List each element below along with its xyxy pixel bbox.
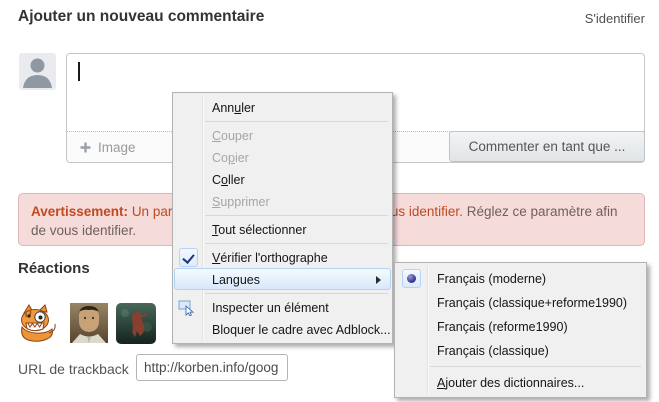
menu-item-label: Annuler <box>212 101 255 115</box>
menu-item-label: Inspecter un élément <box>212 301 329 315</box>
dark-fantasy-avatar <box>116 303 156 344</box>
menu-item-verifier-orthographe[interactable]: Vérifier l'orthographe <box>174 246 391 268</box>
reactions-heading: Réactions <box>18 260 90 277</box>
comment-as-button[interactable]: Commenter en tant que ... <box>449 131 645 162</box>
menu-item-label: Vérifier l'orthographe <box>212 251 328 265</box>
menu-item-coller[interactable]: Coller <box>174 168 391 190</box>
text-caret <box>78 62 80 81</box>
signin-link[interactable]: S'identifier <box>585 11 645 26</box>
menu-item-label: Supprimer <box>212 195 270 209</box>
page-title: Ajouter un nouveau commentaire <box>18 8 264 26</box>
menu-item-label: Langues <box>212 273 260 287</box>
inspect-cursor-icon <box>178 300 194 316</box>
radio-dot-icon <box>407 274 416 283</box>
trackback-label: URL de trackback <box>18 361 129 377</box>
plus-icon <box>80 142 91 153</box>
label-text: Co <box>212 151 228 165</box>
add-image-button[interactable]: Image <box>80 132 136 162</box>
context-menu: Annuler Couper Copier Coller Supprimer T… <box>172 92 393 344</box>
add-image-label: Image <box>98 140 136 155</box>
menu-item-supprimer[interactable]: Supprimer <box>174 190 391 212</box>
reaction-avatar-cat[interactable] <box>16 303 58 348</box>
label-text: C <box>212 173 221 187</box>
label-text: Ann <box>212 101 234 115</box>
label-text: ues <box>240 273 260 287</box>
cat-cartoon-avatar <box>16 303 58 343</box>
menu-item-inspecter-element[interactable]: Inspecter un élément <box>174 296 391 318</box>
label-text: ouper <box>221 129 253 143</box>
menu-item-label: Bloquer le cadre avec Adblock... <box>212 323 391 337</box>
menu-item-label: Français (reforme1990) <box>437 320 568 334</box>
menu-item-copier[interactable]: Copier <box>174 146 391 168</box>
menu-item-annuler[interactable]: Annuler <box>174 96 391 118</box>
menu-item-label: Français (classique+reforme1990) <box>437 296 627 310</box>
submenu-item-ajouter-dictionnaires[interactable]: Ajouter des dictionnaires... <box>396 370 645 394</box>
menu-separator <box>205 243 388 244</box>
label-text: Lan <box>212 273 233 287</box>
checkmark-icon <box>182 251 194 264</box>
menu-separator <box>205 215 388 216</box>
commenter-avatar <box>19 53 56 90</box>
menu-item-label: Couper <box>212 129 253 143</box>
submenu-arrow-icon <box>376 276 381 284</box>
person-silhouette-icon <box>19 53 56 90</box>
menu-item-label: Français (moderne) <box>437 272 546 286</box>
reaction-avatar-fantasy[interactable] <box>116 303 156 349</box>
label-text: érifier l'orthographe <box>220 251 327 265</box>
language-submenu: Français (moderne) Français (classique+r… <box>394 262 647 398</box>
submenu-item-francais-classique[interactable]: Français (classique) <box>396 338 645 362</box>
menu-item-bloquer-adblock[interactable]: Bloquer le cadre avec Adblock... <box>174 318 391 340</box>
label-text: jouter des dictionnaires... <box>445 376 584 390</box>
warning-advice: Réglez ce paramètre afin <box>467 204 618 219</box>
radio-frame <box>402 269 421 288</box>
menu-item-label: Ajouter des dictionnaires... <box>437 376 584 390</box>
submenu-item-francais-moderne[interactable]: Français (moderne) <box>396 266 645 290</box>
warning-text-fragment: ous identifier. <box>383 204 463 219</box>
menu-separator <box>430 366 641 367</box>
label-mnemonic: o <box>221 173 228 187</box>
label-text: ller <box>228 173 245 187</box>
trackback-url-input[interactable] <box>136 354 288 381</box>
menu-item-label: Copier <box>212 151 249 165</box>
menu-item-label: Tout sélectionner <box>212 223 307 237</box>
submenu-item-francais-reforme1990[interactable]: Français (reforme1990) <box>396 314 645 338</box>
submenu-item-francais-classique-reforme1990[interactable]: Français (classique+reforme1990) <box>396 290 645 314</box>
page: Ajouter un nouveau commentaire S'identif… <box>0 0 659 402</box>
menu-item-label: Français (classique) <box>437 344 549 358</box>
label-text: upprimer <box>220 195 269 209</box>
checkbox-frame <box>179 248 198 267</box>
menu-separator <box>205 293 388 294</box>
menu-item-couper[interactable]: Couper <box>174 124 391 146</box>
label-text: ier <box>235 151 249 165</box>
menu-item-label: Coller <box>212 173 245 187</box>
warning-prefix: Avertissement: <box>31 204 128 219</box>
label-text: ler <box>241 101 255 115</box>
menu-item-langues[interactable]: Langues <box>174 268 391 290</box>
label-text: out sélectionner <box>218 223 306 237</box>
label-mnemonic: C <box>212 129 221 143</box>
label-mnemonic: p <box>228 151 235 165</box>
reaction-avatar-photo[interactable] <box>70 303 108 348</box>
menu-item-tout-selectionner[interactable]: Tout sélectionner <box>174 218 391 240</box>
man-photo-avatar <box>70 303 108 343</box>
label-mnemonic: g <box>233 273 240 287</box>
menu-separator <box>205 121 388 122</box>
